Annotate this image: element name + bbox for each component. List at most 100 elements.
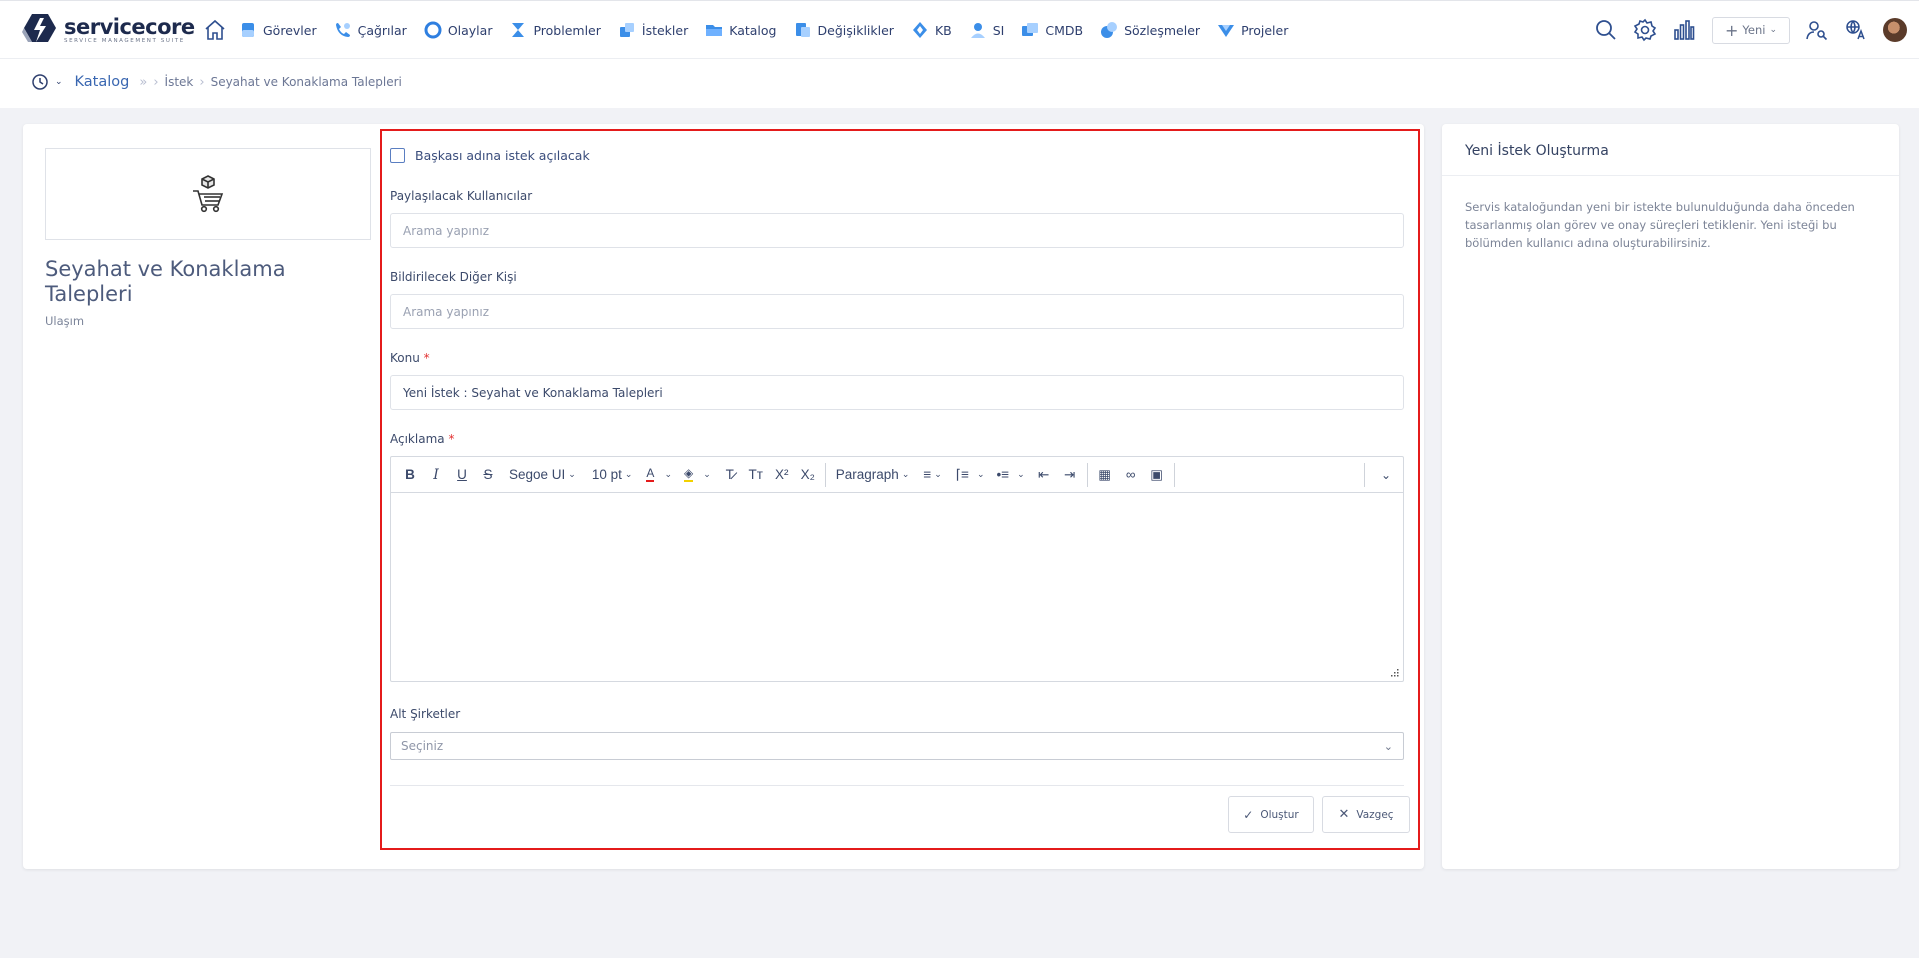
nav-item-tasks[interactable]: Görevler: [239, 21, 317, 39]
notify-input[interactable]: Arama yapınız: [390, 294, 1404, 329]
nav-item-problems[interactable]: Problemler: [509, 21, 601, 39]
on-behalf-row[interactable]: Başkası adına istek açılacak: [390, 148, 590, 163]
toolbar-divider: [1364, 462, 1365, 487]
highlight-color-button[interactable]: ◈ ⌄: [678, 463, 717, 487]
chevron-down-icon[interactable]: ⌄: [55, 77, 63, 87]
cmdb-icon: [1022, 23, 1039, 36]
home-icon[interactable]: [203, 18, 227, 42]
breadcrumb-bar: ⌄ Katalog » › İstek › Seyahat ve Konakla…: [0, 58, 1919, 108]
service-title: Seyahat ve Konaklama Talepleri: [45, 257, 286, 306]
font-color-icon: A: [646, 466, 655, 482]
nav-item-projects[interactable]: Projeler: [1217, 21, 1288, 39]
close-icon: ✕: [1338, 807, 1350, 822]
si-icon: [970, 23, 985, 38]
nav-item-calls[interactable]: Çağrılar: [334, 21, 407, 39]
cancel-button[interactable]: ✕ Vazgeç: [1322, 796, 1410, 833]
nav-item-incidents[interactable]: Olaylar: [424, 21, 492, 39]
on-behalf-checkbox[interactable]: [390, 148, 405, 163]
superscript-icon[interactable]: X²: [769, 463, 795, 487]
share-users-input[interactable]: Arama yapınız: [390, 213, 1404, 248]
create-button[interactable]: ✓ Oluştur: [1228, 796, 1314, 833]
calls-icon: [335, 23, 350, 37]
description-label: Açıklama *: [390, 432, 455, 446]
brand-tagline: SERVICE MANAGEMENT SUITE: [64, 37, 185, 44]
service-category: Ulaşım: [45, 314, 85, 328]
breadcrumb: ⌄ Katalog » › İstek › Seyahat ve Konakla…: [31, 73, 402, 91]
nav-item-changes[interactable]: Değişiklikler: [794, 21, 894, 39]
new-button[interactable]: + Yeni ⌄: [1712, 16, 1790, 44]
nav-item-si[interactable]: SI: [969, 21, 1004, 39]
clear-format-icon[interactable]: T̷: [717, 463, 743, 487]
description-editor[interactable]: B I U S Segoe UI ⌄ 10 pt ⌄ A ⌄ ◈ ⌄ T̷ Tт X² …: [390, 456, 1404, 682]
toolbar-right: + Yeni ⌄: [1579, 1, 1919, 59]
outdent-icon[interactable]: ⇤: [1031, 463, 1057, 487]
notify-label: Bildirilecek Diğer Kişi: [390, 270, 517, 284]
check-icon: ✓: [1243, 807, 1254, 822]
subcompanies-select[interactable]: Seçiniz ⌄: [390, 732, 1404, 760]
change-case-icon[interactable]: Tт: [743, 463, 769, 487]
link-icon[interactable]: ∞: [1118, 463, 1144, 487]
chevron-down-icon: ⌄: [1769, 25, 1777, 35]
indent-icon[interactable]: ⇥: [1057, 463, 1083, 487]
gear-icon[interactable]: [1633, 18, 1657, 42]
problems-icon: [512, 23, 525, 37]
nav-item-requests[interactable]: İstekler: [618, 21, 688, 39]
font-family-select[interactable]: Segoe UI ⌄: [501, 463, 584, 487]
logo[interactable]: servicecore SERVICE MANAGEMENT SUITE: [22, 12, 195, 48]
avatar[interactable]: [1883, 18, 1907, 42]
italic-button[interactable]: I: [423, 463, 449, 487]
breadcrumb-separator: ›: [153, 74, 159, 90]
breadcrumb-path: İstek: [164, 75, 194, 89]
plus-icon: +: [1724, 20, 1739, 40]
shopping-cart-icon: [193, 175, 224, 213]
subscript-icon[interactable]: X₂: [795, 463, 821, 487]
on-behalf-label[interactable]: Başkası adına istek açılacak: [415, 148, 590, 163]
nav-item-cmdb[interactable]: CMDB: [1021, 21, 1083, 39]
resize-handle-icon[interactable]: [1390, 668, 1399, 677]
toolbar-divider: [1173, 462, 1175, 487]
share-users-label: Paylaşılacak Kullanıcılar: [390, 189, 533, 203]
paint-bucket-icon: ◈: [683, 466, 694, 482]
info-title: Yeni İstek Oluşturma: [1442, 124, 1899, 176]
projects-icon: [1218, 25, 1235, 37]
toolbar-divider: [824, 462, 826, 487]
table-icon[interactable]: ▦: [1092, 463, 1118, 487]
nav-item-catalog[interactable]: Katalog: [705, 21, 777, 39]
contracts-icon: [1101, 22, 1118, 38]
request-card: Seyahat ve Konaklama Talepleri Ulaşım Ba…: [23, 124, 1424, 869]
align-icon[interactable]: ≡ ⌄: [915, 463, 949, 487]
incidents-icon: [424, 21, 442, 39]
font-size-select[interactable]: 10 pt ⌄: [584, 463, 641, 487]
expand-toolbar-chevron-icon[interactable]: ⌄: [1369, 463, 1403, 487]
history-clock-icon[interactable]: [31, 73, 49, 91]
editor-toolbar: B I U S Segoe UI ⌄ 10 pt ⌄ A ⌄ ◈ ⌄ T̷ Tт X² …: [391, 457, 1403, 493]
nav-item-kb[interactable]: KB: [911, 21, 952, 39]
strikethrough-button[interactable]: S: [475, 463, 501, 487]
breadcrumb-catalog-link[interactable]: Katalog: [75, 74, 130, 90]
double-chevron-right-icon: »: [139, 74, 148, 90]
breadcrumb-separator: ›: [199, 74, 205, 90]
bold-button[interactable]: B: [397, 463, 423, 487]
main-nav: Görevler Çağrılar Olaylar Problemler İst…: [203, 18, 1305, 42]
form-divider: [390, 785, 1404, 786]
subject-label: Konu *: [390, 351, 430, 365]
servicecore-logo-icon: [22, 14, 56, 42]
paragraph-format-select[interactable]: Paragraph ⌄: [830, 463, 916, 487]
tasks-icon: [242, 23, 254, 37]
user-search-icon[interactable]: [1805, 18, 1829, 42]
font-color-button[interactable]: A ⌄: [640, 463, 678, 487]
image-icon[interactable]: ▣: [1144, 463, 1170, 487]
nav-item-contracts[interactable]: Sözleşmeler: [1100, 21, 1200, 39]
reports-chart-icon[interactable]: [1672, 18, 1696, 42]
language-icon[interactable]: [1844, 18, 1868, 42]
numbered-list-icon[interactable]: ⌈≡ ⌄: [950, 463, 991, 487]
search-icon[interactable]: [1594, 18, 1618, 42]
requests-icon: [619, 23, 634, 37]
chevron-down-icon: ⌄: [1383, 739, 1393, 753]
underline-button[interactable]: U: [449, 463, 475, 487]
catalog-icon: [706, 25, 723, 36]
changes-icon: [795, 23, 810, 37]
bullet-list-icon[interactable]: •≡ ⌄: [991, 463, 1031, 487]
subject-input[interactable]: Yeni İstek : Seyahat ve Konaklama Talepl…: [390, 375, 1404, 410]
breadcrumb-current: Seyahat ve Konaklama Talepleri: [210, 75, 402, 89]
